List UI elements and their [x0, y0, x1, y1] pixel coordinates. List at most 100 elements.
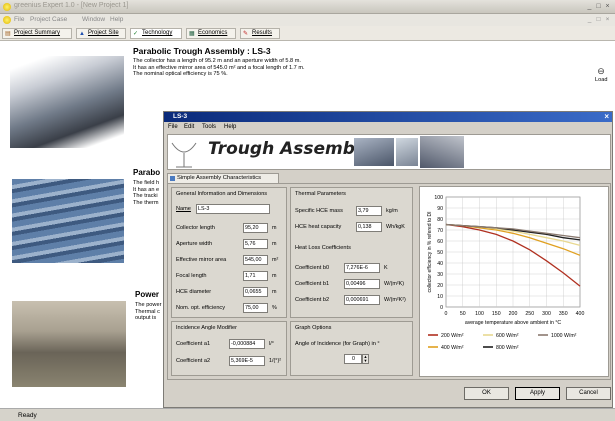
tab-economics[interactable]: ▦ Economics: [186, 28, 236, 39]
banner-photo-1: [354, 138, 394, 166]
y-tick-label: 10: [437, 294, 443, 300]
collector-length-input[interactable]: 95,20: [243, 223, 268, 233]
y-tick-label: 90: [437, 206, 443, 212]
angle-spinner[interactable]: ▲ ▼: [362, 354, 369, 364]
coeff-a2-unit: 1/(°)²: [269, 358, 282, 364]
coeff-b1-unit: W/(m²K): [384, 281, 405, 287]
solar-field-photo: [12, 179, 124, 263]
focal-length-input[interactable]: 1,71: [243, 271, 268, 281]
app-logo-icon: [3, 3, 11, 11]
section-title-power: Power: [135, 290, 160, 299]
dialog-banner: Trough Assembly: [167, 134, 611, 170]
group-general-title: General Information and Dimensions: [176, 191, 268, 197]
coeff-a1-label: Coefficient a1: [176, 341, 211, 347]
section-text-trough: The collector has a length of 95.2 m and…: [133, 58, 305, 77]
dialog-menu-edit[interactable]: Edit: [184, 122, 194, 133]
results-icon: ✎: [243, 31, 249, 37]
x-axis-label: average temperature above ambient in °C: [465, 320, 562, 326]
title-bar: greenius Expert 1.0 - [New Project 1] _ …: [0, 0, 615, 14]
angle-input[interactable]: 0: [344, 354, 362, 364]
coeff-b0-input[interactable]: 7,276E-6: [344, 263, 380, 273]
menu-project-case[interactable]: Project Case: [30, 16, 67, 23]
section-text-power: The power Thermal c output is: [135, 302, 162, 321]
section-text-field: The field h It has an e The tracki The t…: [133, 180, 160, 206]
coeff-a2-input[interactable]: 5,369E-5: [229, 356, 265, 366]
hce-heat-capacity-input[interactable]: 0,138: [356, 222, 382, 232]
trough-sketch-icon: [171, 142, 197, 168]
hce-heat-capacity-unit: Wh/kgK: [386, 224, 405, 230]
ok-button[interactable]: OK: [464, 387, 509, 400]
efficiency-chart: 0 10 20 30 40 50 60 70 80 90 100 0 50 100 150 200 250 300…: [427, 195, 585, 351]
group-incidence-title: Incidence Angle Modifier: [176, 325, 237, 331]
section-title-trough: Parabolic Trough Assembly : LS-3: [133, 46, 271, 56]
coeff-b2-input[interactable]: 0,000691: [344, 295, 380, 305]
opt-efficiency-input[interactable]: 75,00: [243, 303, 268, 313]
y-tick-label: 40: [437, 261, 443, 267]
menu-file[interactable]: File: [14, 16, 24, 23]
apply-button[interactable]: Apply: [515, 387, 560, 400]
coeff-b2-unit: W/(m²K²): [384, 297, 406, 303]
aperture-width-input[interactable]: 5,76: [243, 239, 268, 249]
x-tick-label: 200: [509, 311, 518, 317]
hce-mass-input[interactable]: 3,79: [356, 206, 382, 216]
cancel-button[interactable]: Cancel: [566, 387, 611, 400]
y-tick-label: 100: [434, 195, 443, 201]
power-block-photo: [12, 301, 126, 387]
coeff-a1-unit: l/°: [269, 341, 274, 347]
doc-icon: [3, 16, 11, 24]
x-tick-label: 100: [475, 311, 484, 317]
heat-loss-title: Heat Loss Coefficients: [295, 245, 351, 251]
tab-bar: ▤ Project Summary ▲ Project Site ✓ Technolo…: [0, 26, 615, 41]
dialog-menu-file[interactable]: File: [168, 122, 178, 133]
inner-maximize-button[interactable]: □: [594, 16, 603, 24]
dialog-menu-help[interactable]: Help: [224, 122, 236, 133]
tab-project-summary[interactable]: ▤ Project Summary: [2, 28, 72, 39]
maximize-button[interactable]: □: [594, 3, 603, 11]
hce-mass-unit: kg/m: [386, 208, 398, 214]
hce-diameter-input[interactable]: 0,0655: [243, 287, 268, 297]
menu-help[interactable]: Help: [110, 16, 123, 23]
name-input[interactable]: LS-3: [196, 204, 270, 214]
dialog-title-bar: LS-3 ×: [164, 112, 612, 122]
load-button[interactable]: ⊖ Load: [595, 66, 607, 83]
trough-assembly-photo: [10, 56, 124, 148]
calculator-icon: ▦: [189, 31, 195, 37]
check-icon: ✓: [133, 31, 139, 37]
status-text: Ready: [18, 412, 37, 419]
banner-photo-2: [396, 138, 418, 166]
tab-simple-assembly[interactable]: Simple Assembly Characteristics: [167, 173, 279, 183]
tab-results[interactable]: ✎ Results: [240, 28, 280, 39]
legend-label: 400 W/m²: [441, 345, 464, 351]
aperture-width-label: Aperture width: [176, 241, 213, 247]
y-tick-label: 30: [437, 272, 443, 278]
inner-minimize-button[interactable]: _: [585, 16, 594, 24]
dialog-close-button[interactable]: ×: [604, 112, 609, 122]
x-tick-label: 350: [559, 311, 568, 317]
minimize-button[interactable]: _: [585, 3, 594, 11]
load-icon: ⊖: [597, 66, 605, 76]
coeff-b1-input[interactable]: 0,00496: [344, 279, 380, 289]
mirror-area-input[interactable]: 545,00: [243, 255, 268, 265]
x-tick-label: 50: [460, 311, 466, 317]
close-button[interactable]: ×: [603, 3, 612, 11]
x-tick-label: 300: [542, 311, 551, 317]
tab-technology[interactable]: ✓ Technology: [130, 28, 182, 39]
x-tick-label: 150: [492, 311, 501, 317]
x-tick-label: 400: [576, 311, 585, 317]
coeff-b0-label: Coefficient b0: [295, 265, 330, 271]
menu-window[interactable]: Window: [82, 16, 105, 23]
opt-efficiency-label: Nom. opt. efficiency: [176, 305, 226, 311]
coeff-a1-input[interactable]: -0,000884: [229, 339, 265, 349]
assembly-tab-icon: [170, 176, 175, 181]
coeff-b2-label: Coefficient b2: [295, 297, 330, 303]
dialog-menu-bar: File Edit Tools Help: [164, 122, 612, 133]
y-tick-label: 20: [437, 283, 443, 289]
banner-title: Trough Assembly: [208, 139, 372, 159]
clipboard-icon: ▤: [5, 31, 11, 37]
inner-close-button[interactable]: ×: [603, 16, 612, 24]
dialog-menu-tools[interactable]: Tools: [202, 122, 216, 133]
y-tick-label: 50: [437, 250, 443, 256]
group-thermal: Thermal Parameters Specific HCE mass 3,7…: [290, 187, 413, 318]
tab-project-site[interactable]: ▲ Project Site: [76, 28, 126, 39]
coeff-a2-label: Coefficient a2: [176, 358, 211, 364]
